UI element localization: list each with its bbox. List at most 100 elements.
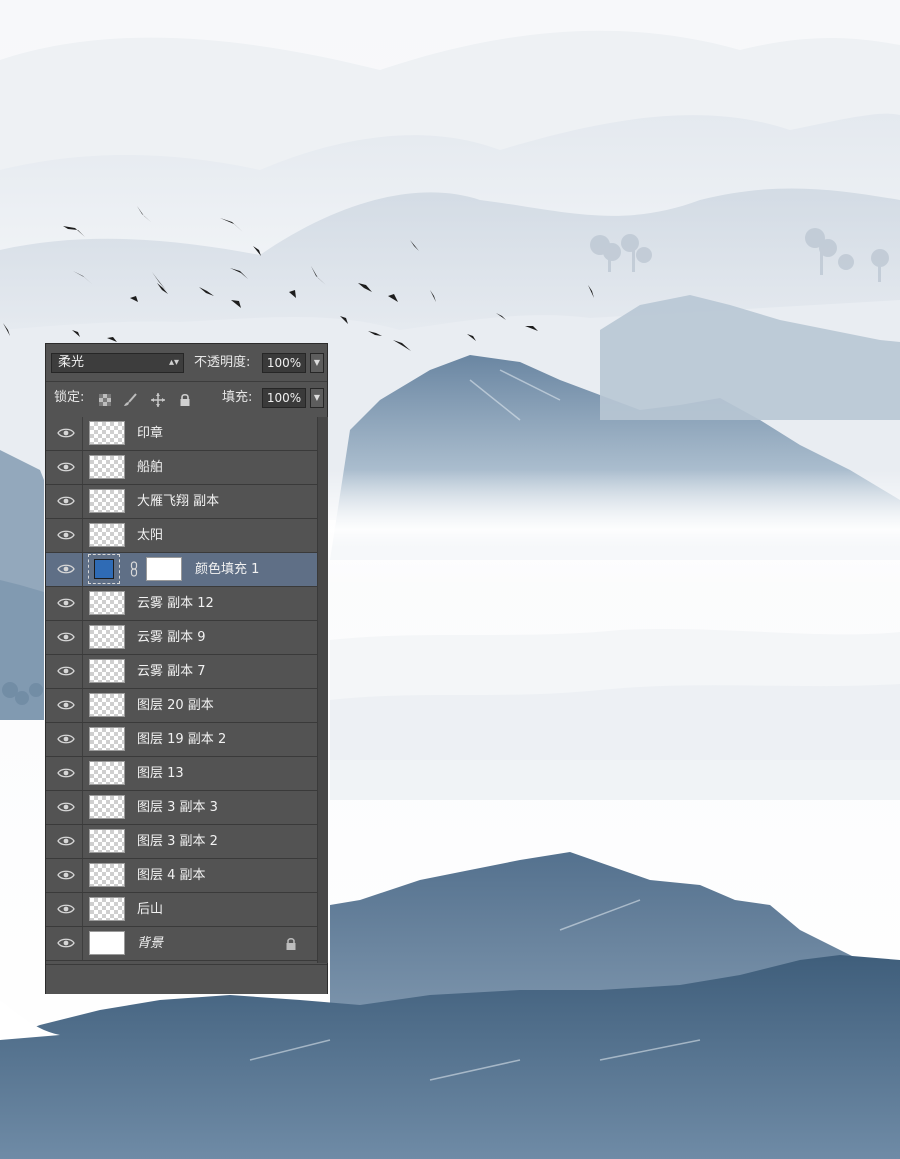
visibility-divider <box>82 791 83 824</box>
layer-name[interactable]: 云雾 副本 9 <box>137 621 206 654</box>
lock-icon <box>286 938 296 950</box>
layer-thumbnail[interactable] <box>89 659 125 683</box>
eye-icon[interactable] <box>57 563 75 575</box>
lock-icon[interactable] <box>177 392 193 408</box>
eye-icon[interactable] <box>57 597 75 609</box>
layer-row[interactable]: 印章 <box>46 417 317 451</box>
layer-thumbnail[interactable] <box>89 931 125 955</box>
link-icon[interactable] <box>130 561 138 577</box>
eye-icon[interactable] <box>57 767 75 779</box>
layer-name[interactable]: 图层 4 副本 <box>137 859 206 892</box>
layer-row[interactable]: 颜色填充 1 <box>46 553 317 587</box>
layers-panel-footer <box>46 964 327 994</box>
layer-name[interactable]: 船舶 <box>137 451 163 484</box>
layer-thumbnail[interactable] <box>89 863 125 887</box>
eye-icon[interactable] <box>57 937 75 949</box>
fill-label: 填充: <box>222 390 253 405</box>
color-fill-swatch[interactable] <box>94 559 114 579</box>
layer-row[interactable]: 船舶 <box>46 451 317 485</box>
opacity-input[interactable]: 100% <box>262 353 306 373</box>
eye-icon[interactable] <box>57 801 75 813</box>
layer-name[interactable]: 图层 3 副本 3 <box>137 791 218 824</box>
eye-icon[interactable] <box>57 461 75 473</box>
visibility-divider <box>82 723 83 756</box>
visibility-divider <box>82 485 83 518</box>
layer-thumbnail[interactable] <box>89 523 125 547</box>
layer-name[interactable]: 背景 <box>137 927 163 960</box>
layer-row[interactable]: 图层 3 副本 2 <box>46 825 317 859</box>
visibility-divider <box>82 587 83 620</box>
eye-icon[interactable] <box>57 631 75 643</box>
layer-thumbnail[interactable] <box>89 897 125 921</box>
transparency-lock-icon[interactable] <box>97 392 113 408</box>
layer-name[interactable]: 印章 <box>137 417 163 450</box>
layer-row[interactable]: 大雁飞翔 副本 <box>46 485 317 519</box>
layer-name[interactable]: 图层 3 副本 2 <box>137 825 218 858</box>
eye-icon[interactable] <box>57 903 75 915</box>
layers-panel: 柔光 ▴▾ 不透明度: 100% ▼ 锁定: 填充: 100% ▼ 印章 船舶 … <box>45 343 328 994</box>
eye-icon[interactable] <box>57 529 75 541</box>
layer-row[interactable]: 云雾 副本 9 <box>46 621 317 655</box>
visibility-divider <box>82 689 83 722</box>
eye-icon[interactable] <box>57 699 75 711</box>
eye-icon[interactable] <box>57 427 75 439</box>
layer-row[interactable]: 后山 <box>46 893 317 927</box>
layer-name[interactable]: 颜色填充 1 <box>195 553 259 586</box>
layer-thumbnail[interactable] <box>89 795 125 819</box>
layer-row[interactable]: 云雾 副本 12 <box>46 587 317 621</box>
layer-thumbnail[interactable] <box>89 421 125 445</box>
layer-name[interactable]: 云雾 副本 7 <box>137 655 206 688</box>
layer-name[interactable]: 图层 13 <box>137 757 184 790</box>
eye-icon[interactable] <box>57 733 75 745</box>
layer-thumbnail[interactable] <box>89 455 125 479</box>
layer-row[interactable]: 太阳 <box>46 519 317 553</box>
layer-name[interactable]: 后山 <box>137 893 163 926</box>
opacity-dropdown-icon[interactable]: ▼ <box>310 353 324 373</box>
eye-icon[interactable] <box>57 665 75 677</box>
eye-icon[interactable] <box>57 869 75 881</box>
brush-icon[interactable] <box>122 392 138 408</box>
visibility-divider <box>82 451 83 484</box>
layer-name[interactable]: 图层 20 副本 <box>137 689 214 722</box>
visibility-divider <box>82 553 83 586</box>
layer-row[interactable]: 云雾 副本 7 <box>46 655 317 689</box>
visibility-divider <box>82 859 83 892</box>
visibility-divider <box>82 893 83 926</box>
layer-row[interactable]: 图层 19 副本 2 <box>46 723 317 757</box>
layer-thumbnail[interactable] <box>89 727 125 751</box>
layer-row[interactable]: 图层 13 <box>46 757 317 791</box>
layer-name[interactable]: 太阳 <box>137 519 163 552</box>
layer-name[interactable]: 大雁飞翔 副本 <box>137 485 219 518</box>
blend-mode-select[interactable]: 柔光 ▴▾ <box>51 353 184 373</box>
layer-row[interactable]: 图层 4 副本 <box>46 859 317 893</box>
layer-name[interactable]: 图层 19 副本 2 <box>137 723 226 756</box>
layers-scrollbar[interactable] <box>317 417 328 963</box>
visibility-divider <box>82 417 83 450</box>
lock-label: 锁定: <box>54 390 85 405</box>
layer-thumbnail[interactable] <box>89 829 125 853</box>
layers-list: 印章 船舶 大雁飞翔 副本 太阳 颜色填充 1 云雾 副本 12 云雾 副本 9… <box>46 417 317 961</box>
move-icon[interactable] <box>150 392 166 408</box>
layer-name[interactable]: 云雾 副本 12 <box>137 587 214 620</box>
visibility-divider <box>82 621 83 654</box>
eye-icon[interactable] <box>57 495 75 507</box>
visibility-divider <box>82 927 83 960</box>
blend-mode-value: 柔光 <box>58 355 85 370</box>
layers-toolbar-top: 柔光 ▴▾ 不透明度: 100% ▼ <box>46 346 327 380</box>
layer-thumbnail[interactable] <box>89 693 125 717</box>
layers-toolbar-lock: 锁定: 填充: 100% ▼ <box>46 381 327 416</box>
layer-row[interactable]: 背景 <box>46 927 317 961</box>
layer-mask-thumbnail[interactable] <box>146 557 182 581</box>
fill-dropdown-icon[interactable]: ▼ <box>310 388 324 408</box>
visibility-divider <box>82 757 83 790</box>
layer-thumbnail[interactable] <box>89 761 125 785</box>
layer-thumbnail[interactable] <box>89 625 125 649</box>
eye-icon[interactable] <box>57 835 75 847</box>
visibility-divider <box>82 655 83 688</box>
opacity-label: 不透明度: <box>194 355 251 370</box>
layer-thumbnail[interactable] <box>89 489 125 513</box>
layer-thumbnail[interactable] <box>89 591 125 615</box>
layer-row[interactable]: 图层 20 副本 <box>46 689 317 723</box>
layer-row[interactable]: 图层 3 副本 3 <box>46 791 317 825</box>
fill-input[interactable]: 100% <box>262 388 306 408</box>
